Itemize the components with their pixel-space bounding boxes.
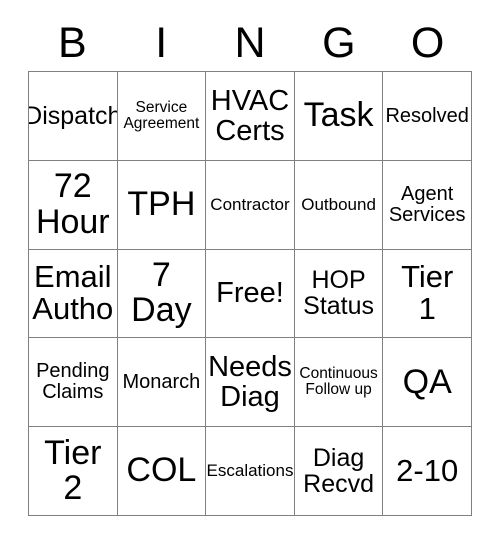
bingo-cell-label: 72 Hour bbox=[35, 167, 110, 241]
bingo-header-letter-o: O bbox=[410, 19, 445, 67]
bingo-cell-n1[interactable]: HVAC Certs bbox=[206, 72, 295, 161]
bingo-cell-o1[interactable]: Resolved bbox=[383, 72, 472, 161]
bingo-cell-g2[interactable]: Outbound bbox=[294, 160, 384, 250]
bingo-cell-i4[interactable]: Monarch bbox=[117, 338, 207, 428]
bingo-cell-b2[interactable]: 72 Hour bbox=[29, 160, 118, 250]
bingo-cell-label: Task bbox=[303, 96, 374, 135]
bingo-cell-g1[interactable]: Task bbox=[294, 72, 384, 161]
bingo-cell-i1[interactable]: Service Agreement bbox=[117, 72, 207, 161]
bingo-card: B I N G O Dispatch Service Agreement HVA… bbox=[0, 0, 500, 544]
bingo-cell-label: Resolved bbox=[385, 104, 469, 127]
bingo-cell-o4[interactable]: QA bbox=[383, 338, 472, 428]
bingo-cell-label: Diag Recvd bbox=[303, 444, 375, 499]
bingo-cell-n5[interactable]: Escalations bbox=[206, 427, 295, 516]
bingo-cell-label: Dispatch bbox=[29, 101, 118, 130]
bingo-cell-o3[interactable]: Tier 1 bbox=[383, 249, 472, 339]
bingo-cell-label: Tier 2 bbox=[44, 433, 102, 508]
bingo-cell-label: Continuous Follow up bbox=[299, 365, 378, 399]
bingo-free-space-label: Free! bbox=[216, 277, 284, 310]
bingo-cell-b5[interactable]: Tier 2 bbox=[29, 427, 118, 516]
bingo-cell-label: Escalations bbox=[206, 461, 294, 481]
bingo-cell-label: Tier 1 bbox=[401, 259, 454, 327]
bingo-cell-n2[interactable]: Contractor bbox=[206, 160, 295, 250]
bingo-header-letter-i: I bbox=[155, 19, 168, 67]
bingo-cell-o2[interactable]: Agent Services bbox=[383, 160, 472, 250]
bingo-cell-label: QA bbox=[402, 362, 452, 401]
bingo-cell-i2[interactable]: TPH bbox=[117, 160, 207, 250]
bingo-cell-n4[interactable]: Needs Diag bbox=[206, 338, 295, 428]
bingo-cell-b3[interactable]: Email Autho bbox=[29, 249, 118, 339]
bingo-cell-b1[interactable]: Dispatch bbox=[29, 72, 118, 161]
bingo-cell-i5[interactable]: COL bbox=[117, 427, 207, 516]
bingo-cell-label: Pending Claims bbox=[36, 360, 110, 404]
bingo-cell-i3[interactable]: 7 Day bbox=[117, 249, 207, 339]
bingo-cell-label: Contractor bbox=[210, 194, 290, 214]
bingo-cell-g3[interactable]: HOP Status bbox=[294, 249, 384, 339]
bingo-cell-b4[interactable]: Pending Claims bbox=[29, 338, 118, 428]
bingo-cell-free-space[interactable]: Free! bbox=[206, 249, 295, 339]
bingo-cell-label: Email Autho bbox=[32, 259, 114, 327]
bingo-cell-g4[interactable]: Continuous Follow up bbox=[294, 338, 384, 428]
bingo-header-letter-b: B bbox=[58, 19, 87, 67]
bingo-cell-label: TPH bbox=[127, 185, 196, 224]
bingo-cell-label: Needs Diag bbox=[208, 351, 292, 414]
bingo-cell-label: Outbound bbox=[301, 194, 376, 214]
bingo-cell-label: Monarch bbox=[122, 370, 201, 393]
bingo-cell-label: COL bbox=[126, 451, 197, 490]
bingo-header-row: B I N G O bbox=[28, 16, 472, 71]
bingo-cell-label: HVAC Certs bbox=[210, 84, 290, 147]
bingo-cell-label: Agent Services bbox=[388, 182, 466, 226]
bingo-cell-label: HOP Status bbox=[303, 266, 375, 321]
bingo-cell-o5[interactable]: 2-10 bbox=[383, 427, 472, 516]
bingo-cell-label: Service Agreement bbox=[123, 98, 200, 132]
bingo-cell-label: 7 Day bbox=[131, 256, 192, 330]
bingo-header-letter-n: N bbox=[234, 19, 266, 67]
bingo-grid: Dispatch Service Agreement HVAC Certs Ta… bbox=[28, 71, 472, 516]
bingo-cell-label: 2-10 bbox=[396, 452, 459, 488]
bingo-cell-g5[interactable]: Diag Recvd bbox=[294, 427, 384, 516]
bingo-header-letter-g: G bbox=[322, 19, 356, 67]
